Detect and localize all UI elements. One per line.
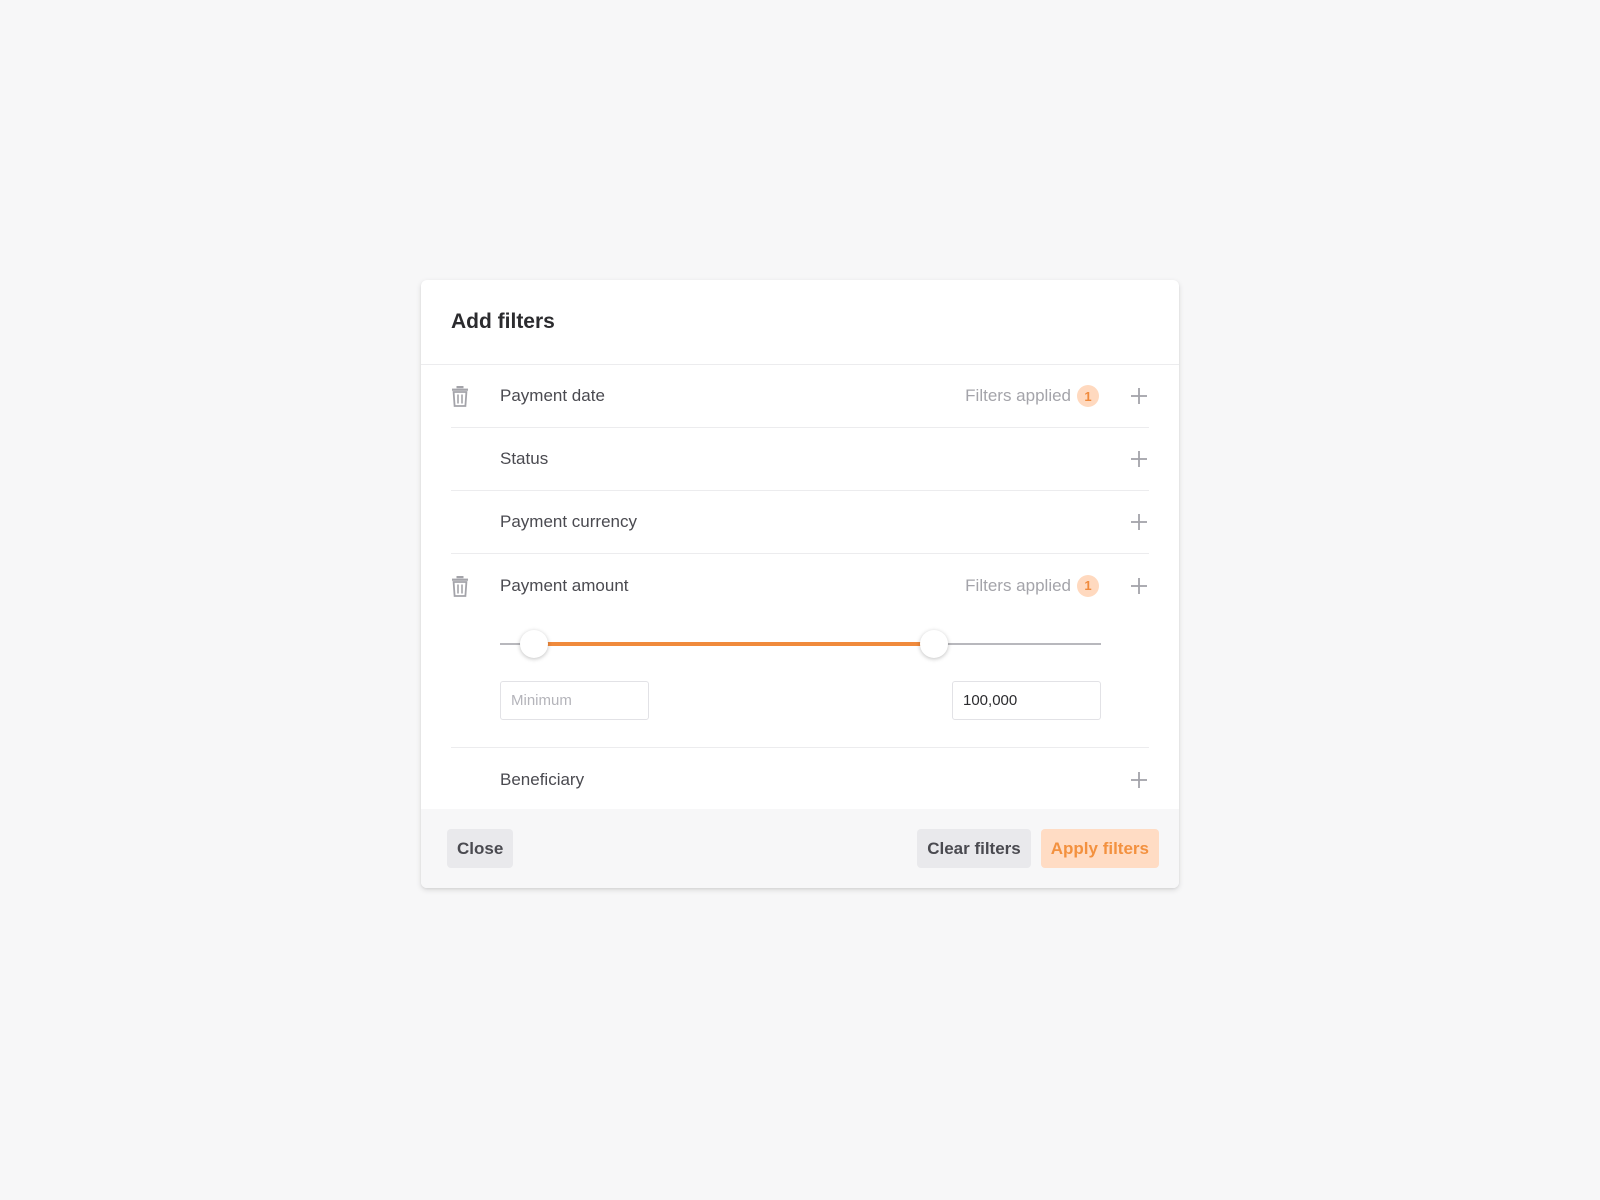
slider-min-handle[interactable] — [519, 630, 548, 658]
plus-icon[interactable] — [1129, 386, 1149, 406]
modal-footer: Close Clear filters Apply filters — [421, 809, 1179, 888]
filter-label: Status — [500, 449, 549, 468]
remove-filter-slot — [451, 768, 500, 792]
filter-row-beneficiary[interactable]: Beneficiary — [451, 748, 1149, 811]
amount-range-slider — [500, 617, 1101, 747]
remove-filter-slot — [451, 510, 500, 534]
filter-label: Beneficiary — [500, 769, 585, 789]
filter-row-payment-amount[interactable]: Payment amount Filters applied 1 — [451, 554, 1149, 617]
remove-filter-slot — [451, 384, 500, 408]
modal-header: Add filters — [421, 280, 1179, 365]
filters-applied-count-badge: 1 — [1077, 385, 1099, 407]
minimum-amount-input[interactable] — [500, 681, 649, 720]
filter-row-payment-currency[interactable]: Payment currency — [451, 491, 1149, 554]
close-button[interactable]: Close — [447, 829, 514, 868]
add-filters-modal: Add filters Payment date Filters applied… — [421, 280, 1179, 888]
clear-filters-button[interactable]: Clear filters — [917, 829, 1031, 868]
remove-filter-slot — [451, 447, 500, 471]
slider-max-handle[interactable] — [919, 630, 948, 658]
filter-label: Payment date — [500, 386, 605, 405]
remove-filter-slot — [451, 574, 500, 598]
filters-applied-indicator: Filters applied 1 — [965, 385, 1099, 407]
modal-title: Add filters — [451, 310, 555, 333]
filter-row-status[interactable]: Status — [451, 428, 1149, 491]
filters-applied-text: Filters applied — [965, 386, 1071, 405]
plus-icon[interactable] — [1129, 576, 1149, 596]
slider-selected-range — [533, 642, 934, 646]
filters-applied-count-badge: 1 — [1077, 574, 1099, 597]
apply-filters-button[interactable]: Apply filters — [1040, 829, 1159, 868]
plus-icon[interactable] — [1129, 449, 1149, 469]
plus-icon[interactable] — [1129, 512, 1149, 532]
filter-row-payment-date[interactable]: Payment date Filters applied 1 — [451, 365, 1149, 428]
filters-applied-indicator: Filters applied 1 — [965, 574, 1099, 597]
trash-icon[interactable] — [451, 575, 469, 597]
filter-label: Payment amount — [500, 575, 629, 595]
trash-icon[interactable] — [451, 385, 469, 407]
plus-icon[interactable] — [1129, 770, 1149, 790]
maximum-amount-input[interactable] — [952, 681, 1101, 720]
filters-applied-text: Filters applied — [965, 575, 1071, 595]
filter-list: Payment date Filters applied 1 Status Pa… — [421, 365, 1179, 811]
filter-label: Payment currency — [500, 512, 637, 531]
payment-amount-section: Payment amount Filters applied 1 — [451, 554, 1149, 748]
